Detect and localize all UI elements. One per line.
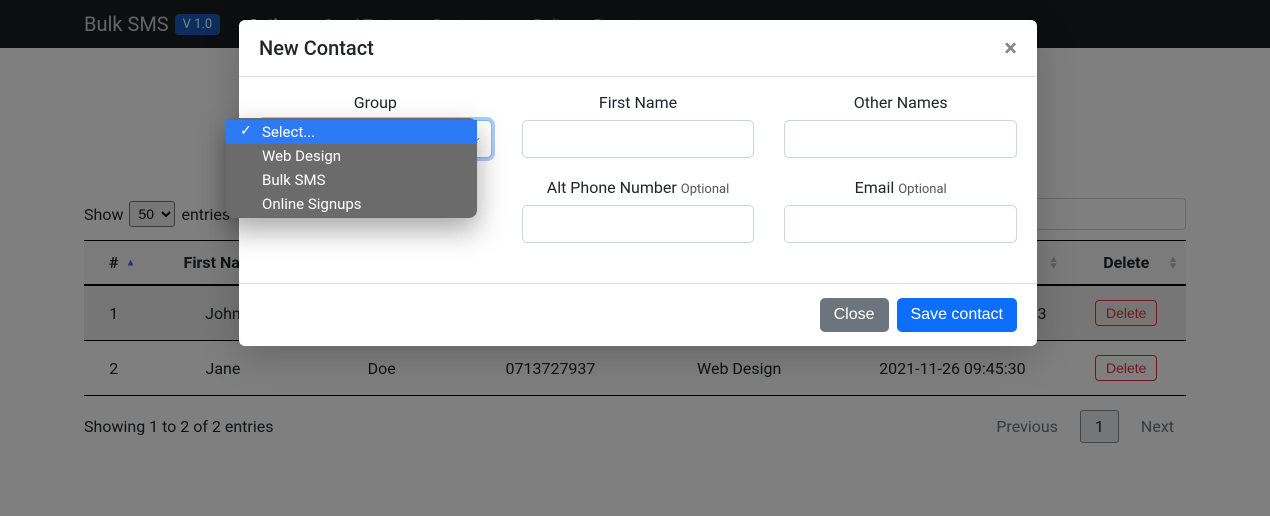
modal-header: New Contact × xyxy=(239,20,1037,77)
modal-title: New Contact xyxy=(259,36,374,60)
email-input[interactable] xyxy=(784,205,1017,243)
modal-footer: Close Save contact xyxy=(239,283,1037,346)
alt-phone-input[interactable] xyxy=(522,205,755,243)
other-names-input[interactable] xyxy=(784,120,1017,158)
dropdown-option-select[interactable]: Select... xyxy=(226,120,477,144)
alt-phone-label: Alt Phone Number Optional xyxy=(547,178,729,197)
dropdown-option-online-signups[interactable]: Online Signups xyxy=(226,192,477,216)
alt-phone-field: Alt Phone Number Optional xyxy=(522,178,755,243)
dropdown-option-bulk-sms[interactable]: Bulk SMS xyxy=(226,168,477,192)
first-name-input[interactable] xyxy=(522,120,755,158)
close-button[interactable]: Close xyxy=(820,298,889,332)
other-names-label: Other Names xyxy=(854,93,948,112)
dropdown-option-web-design[interactable]: Web Design xyxy=(226,144,477,168)
email-label: Email Optional xyxy=(855,178,947,197)
email-field: Email Optional xyxy=(784,178,1017,243)
close-icon[interactable]: × xyxy=(1004,36,1017,60)
save-contact-button[interactable]: Save contact xyxy=(897,298,1018,332)
group-dropdown-list: Select... Web Design Bulk SMS Online Sig… xyxy=(226,118,477,218)
first-name-label: First Name xyxy=(599,93,677,112)
other-names-field: Other Names xyxy=(784,93,1017,158)
first-name-field: First Name xyxy=(522,93,755,158)
group-label: Group xyxy=(354,93,397,112)
